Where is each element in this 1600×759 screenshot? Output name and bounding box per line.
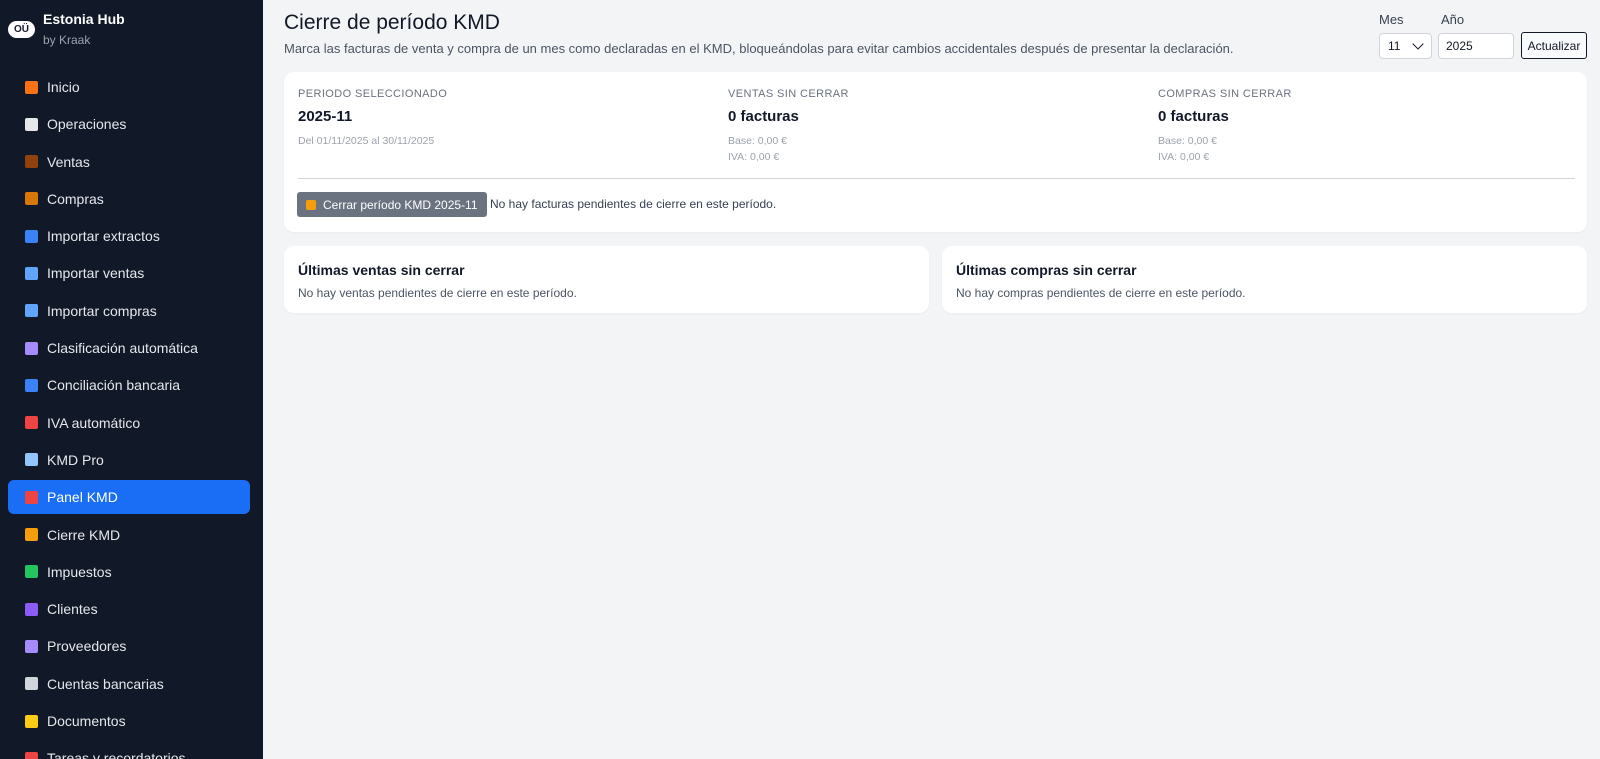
package-icon	[25, 192, 38, 206]
sidebar-item-importar-extractos[interactable]: Importar extractos	[8, 219, 250, 253]
sidebar-item-label: IVA automático	[47, 414, 141, 431]
period-value: 2025-11	[298, 108, 353, 125]
alarm-icon	[25, 751, 38, 759]
sidebar-item-label: Impuestos	[47, 563, 112, 580]
bank-icon	[25, 677, 38, 691]
ventas-panel-text: No hay ventas pendientes de cierre en es…	[298, 286, 577, 300]
brand[interactable]: OÜ Estonia Hub by Kraak	[8, 10, 125, 48]
abacus-icon	[25, 416, 38, 430]
brand-name: Estonia Hub	[43, 11, 125, 27]
sidebar-item-label: Panel KMD	[47, 489, 118, 506]
sidebar-item-label: Inicio	[47, 79, 80, 95]
sidebar-item-label: Clasificación automática	[47, 340, 198, 357]
chevron-down-icon	[1412, 38, 1424, 50]
sidebar-item-impuestos[interactable]: Impuestos	[8, 555, 250, 589]
sidebar-item-clientes[interactable]: Clientes	[8, 592, 250, 626]
ventas-value: 0 facturas	[728, 108, 799, 125]
compras-label: COMPRAS SIN CERRAR	[1158, 88, 1292, 100]
sidebar-item-tareas-y-recordatorios[interactable]: Tareas y recordatorios	[8, 741, 250, 759]
ventas-label: VENTAS SIN CERRAR	[728, 88, 849, 100]
sidebar-item-inicio[interactable]: Inicio	[8, 70, 250, 104]
sidebar-item-label: Cierre KMD	[47, 526, 121, 543]
sidebar-item-importar-ventas[interactable]: Importar ventas	[8, 256, 250, 290]
sidebar-item-label: Proveedores	[47, 638, 127, 655]
actualizar-button[interactable]: Actualizar	[1521, 32, 1587, 59]
brand-subtitle: by Kraak	[43, 33, 91, 47]
brand-badge: OÜ	[8, 21, 35, 38]
lock-icon	[306, 199, 316, 210]
lock-icon	[25, 528, 38, 542]
sidebar: OÜ Estonia Hub by Kraak Inicio Operacione…	[0, 0, 263, 759]
anio-label: Año	[1441, 12, 1465, 27]
sidebar-item-label: Compras	[47, 190, 104, 207]
sidebar-item-documentos[interactable]: Documentos	[8, 704, 250, 738]
sidebar-item-label: KMD Pro	[47, 451, 104, 468]
sidebar-item-cuentas-bancarias[interactable]: Cuentas bancarias	[8, 667, 250, 701]
no-pending-message: No hay facturas pendientes de cierre en …	[490, 197, 777, 211]
users-icon	[25, 602, 38, 616]
sidebar-item-label: Conciliación bancaria	[47, 377, 181, 394]
briefcase-icon	[25, 155, 38, 169]
sidebar-item-operaciones[interactable]: Operaciones	[8, 107, 250, 141]
sidebar-item-label: Operaciones	[47, 116, 127, 133]
ventas-base: Base: 0,00 €	[728, 135, 787, 147]
bar-chart-icon	[25, 453, 38, 467]
sidebar-item-proveedores[interactable]: Proveedores	[8, 629, 250, 663]
compras-panel: Últimas compras sin cerrar No hay compra…	[942, 246, 1587, 313]
inbox-icon	[25, 304, 38, 318]
factory-icon	[25, 639, 38, 653]
ventas-panel-title: Últimas ventas sin cerrar	[298, 262, 465, 278]
compras-stat: COMPRAS SIN CERRAR 0 facturas Base: 0,00…	[1158, 88, 1292, 165]
document-icon	[25, 117, 38, 131]
sidebar-item-label: Importar ventas	[47, 265, 145, 282]
sidebar-item-compras[interactable]: Compras	[8, 182, 250, 216]
sidebar-item-clasificacion-automatica[interactable]: Clasificación automática	[8, 331, 250, 365]
sidebar-item-ventas[interactable]: Ventas	[8, 145, 250, 179]
ventas-panel: Últimas ventas sin cerrar No hay ventas …	[284, 246, 929, 313]
sidebar-item-label: Clientes	[47, 601, 98, 618]
sidebar-item-label: Importar compras	[47, 302, 157, 319]
compras-value: 0 facturas	[1158, 108, 1229, 125]
sidebar-item-label: Cuentas bancarias	[47, 675, 164, 692]
page-description: Marca las facturas de venta y compra de …	[284, 41, 1234, 56]
summary-divider	[298, 178, 1575, 179]
close-period-button[interactable]: Cerrar período KMD 2025-11	[297, 192, 487, 217]
pin-icon	[25, 490, 38, 504]
sidebar-item-importar-compras[interactable]: Importar compras	[8, 294, 250, 328]
robot-icon	[25, 341, 38, 355]
mes-select[interactable]: 11	[1379, 33, 1432, 59]
refresh-icon	[25, 378, 38, 392]
page-title: Cierre de período KMD	[284, 11, 500, 34]
compras-panel-text: No hay compras pendientes de cierre en e…	[956, 286, 1246, 300]
period-label: PERIODO SELECCIONADO	[298, 88, 448, 100]
sidebar-item-label: Tareas y recordatorios	[47, 750, 186, 759]
compras-panel-title: Últimas compras sin cerrar	[956, 262, 1137, 278]
ventas-stat: VENTAS SIN CERRAR 0 facturas Base: 0,00 …	[728, 88, 849, 165]
sidebar-item-iva-automatico[interactable]: IVA automático	[8, 406, 250, 440]
anio-input[interactable]	[1438, 33, 1514, 59]
main-content: Cierre de período KMD Marca las facturas…	[263, 0, 1600, 759]
sidebar-item-label: Documentos	[47, 713, 126, 730]
compras-iva: IVA: 0,00 €	[1158, 151, 1210, 163]
mes-select-value: 11	[1388, 39, 1401, 53]
selected-period-stat: PERIODO SELECCIONADO 2025-11 Del 01/11/2…	[298, 88, 447, 149]
sidebar-item-panel-kmd[interactable]: Panel KMD	[8, 480, 250, 515]
sidebar-item-kmd-pro[interactable]: KMD Pro	[8, 443, 250, 477]
sidebar-item-conciliacion-bancaria[interactable]: Conciliación bancaria	[8, 368, 250, 402]
close-period-label: Cerrar período KMD 2025-11	[323, 197, 478, 212]
sidebar-item-label: Ventas	[47, 153, 90, 170]
money-icon	[25, 565, 38, 579]
period-range: Del 01/11/2025 al 30/11/2025	[298, 135, 435, 147]
inbox-icon	[25, 266, 38, 280]
upload-icon	[25, 229, 38, 243]
ventas-iva: IVA: 0,00 €	[728, 151, 780, 163]
mes-label: Mes	[1379, 12, 1404, 27]
home-icon	[25, 80, 38, 94]
sidebar-item-cierre-kmd[interactable]: Cierre KMD	[8, 518, 250, 552]
sidebar-nav: Inicio Operaciones Ventas Compras Importar e…	[8, 70, 250, 759]
sidebar-item-label: Importar extractos	[47, 228, 160, 245]
folder-icon	[25, 714, 38, 728]
compras-base: Base: 0,00 €	[1158, 135, 1217, 147]
period-summary-card: PERIODO SELECCIONADO 2025-11 Del 01/11/2…	[284, 72, 1587, 232]
